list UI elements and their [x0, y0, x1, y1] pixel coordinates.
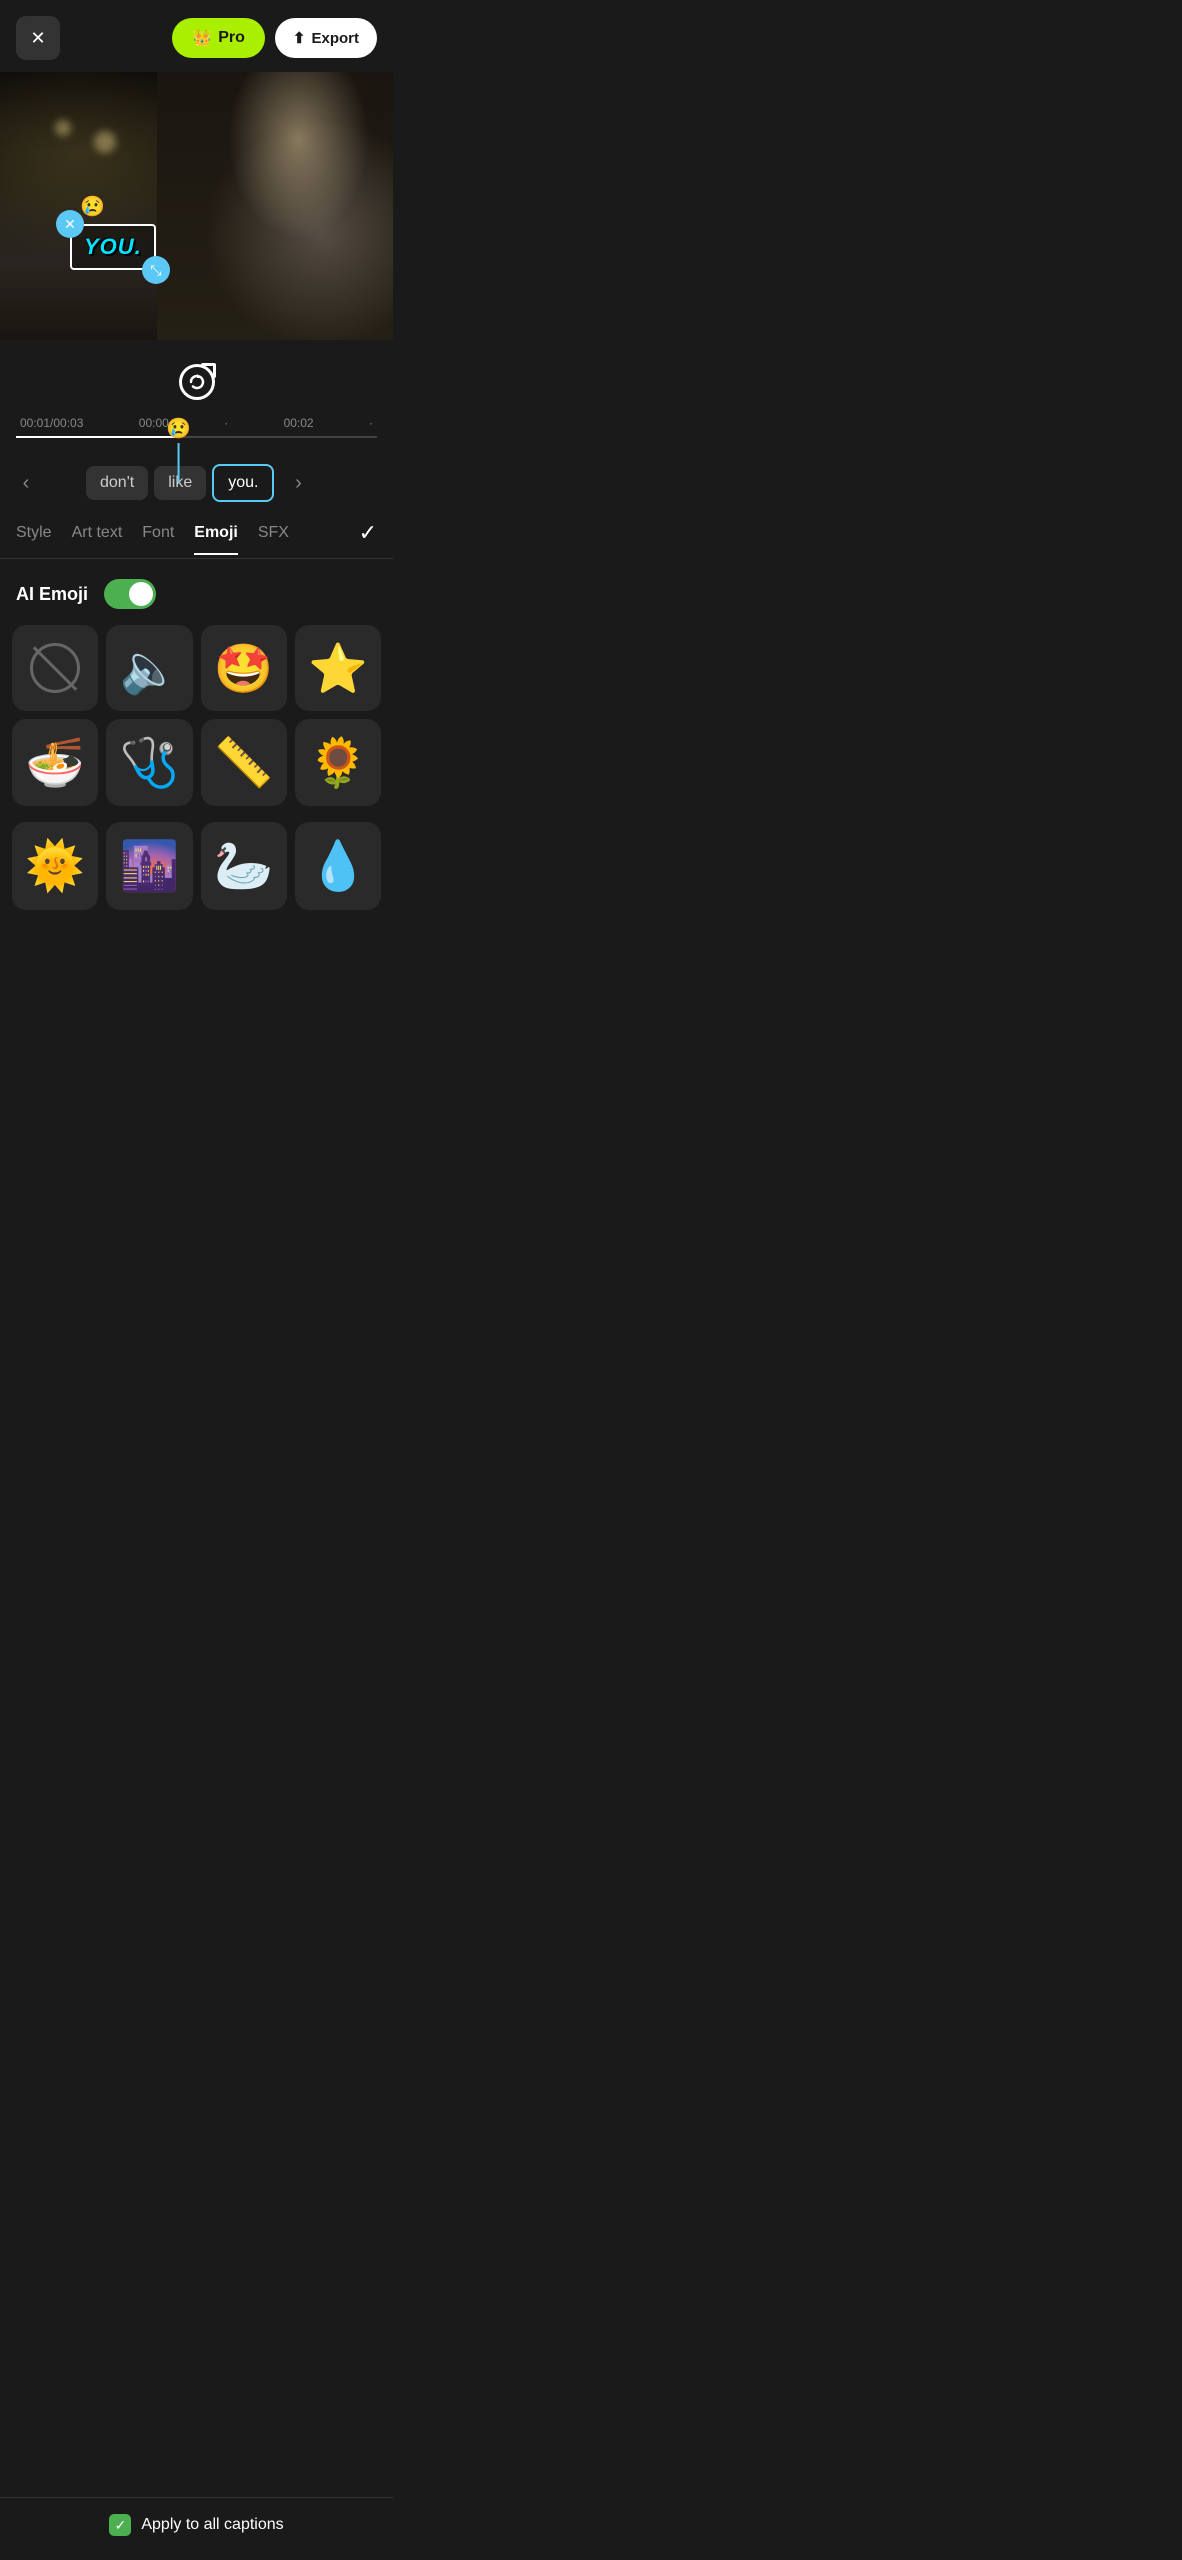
- video-scene: ✕ 😢 YOU. ⤡: [0, 72, 393, 340]
- apply-all-bar: ✓ Apply to all captions: [0, 2497, 393, 2560]
- timeline-emoji: 😢: [166, 416, 191, 441]
- ai-emoji-toggle[interactable]: [104, 579, 156, 609]
- replay-button[interactable]: [175, 360, 219, 404]
- time-mid2: 00:02: [284, 416, 314, 430]
- export-button[interactable]: ⬆ Export: [275, 18, 377, 58]
- speaker-emoji: 🔈: [119, 640, 179, 697]
- caption-words-row: ‹ I don't like you. ›: [0, 458, 393, 508]
- city-emoji: 🌆: [119, 837, 179, 894]
- ramen-emoji: 🍜: [25, 734, 85, 791]
- emoji-cell-sun-smile[interactable]: 🌞: [12, 822, 98, 910]
- caption-emoji: 😢: [80, 194, 105, 219]
- timeline-cursor-line: [177, 443, 179, 483]
- close-icon: ✕: [30, 28, 45, 49]
- toggle-thumb: [129, 582, 153, 606]
- ai-emoji-label: AI Emoji: [16, 584, 88, 605]
- video-preview: ✕ 😢 YOU. ⤡: [0, 72, 393, 340]
- sunflower-emoji: 🌻: [308, 734, 368, 791]
- tab-emoji[interactable]: Emoji: [194, 524, 238, 554]
- pro-label: Pro: [218, 29, 245, 47]
- tab-style[interactable]: Style: [16, 524, 52, 554]
- caption-word-you[interactable]: you.: [212, 464, 274, 502]
- no-emoji-icon: [30, 643, 80, 693]
- ai-emoji-row: AI Emoji: [0, 559, 393, 625]
- tab-font[interactable]: Font: [142, 524, 174, 554]
- timeline-cursor: 😢: [166, 416, 191, 483]
- crown-icon: 👑: [192, 28, 212, 48]
- emoji-cell-ramen[interactable]: 🍜: [12, 719, 98, 805]
- caption-overlay[interactable]: ✕ 😢 YOU. ⤡: [70, 224, 156, 270]
- timeline: 00:01/00:03 00:00 · 00:02 · 😢: [0, 416, 393, 458]
- apply-all-checkbox[interactable]: ✓: [109, 2514, 131, 2536]
- header: ✕ 👑 Pro ⬆ Export: [0, 0, 393, 72]
- emoji-cell-star[interactable]: ⭐: [295, 625, 381, 711]
- emoji-cell-starstruck[interactable]: 🤩: [201, 625, 287, 711]
- pro-button[interactable]: 👑 Pro: [172, 18, 265, 58]
- emoji-row-partial: 🌞 🌆 🦢 💧: [0, 822, 393, 990]
- caption-delete-button[interactable]: ✕: [56, 210, 84, 238]
- emoji-cell-swan[interactable]: 🦢: [201, 822, 287, 910]
- starstruck-emoji: 🤩: [214, 640, 274, 697]
- emoji-grid: 🔈 🤩 ⭐ 🍜 🩺 📏 🌻: [0, 625, 393, 822]
- emoji-cell-droplets[interactable]: 💧: [295, 822, 381, 910]
- tab-confirm-button[interactable]: ✓: [359, 520, 377, 558]
- stethoscope-emoji: 🩺: [119, 734, 179, 791]
- next-caption-button[interactable]: ›: [280, 465, 316, 501]
- close-button[interactable]: ✕: [16, 16, 60, 60]
- replay-icon: [179, 364, 215, 400]
- time-dot2: ·: [369, 416, 373, 430]
- caption-text: YOU.: [84, 234, 142, 259]
- tab-art-text[interactable]: Art text: [72, 524, 123, 554]
- tabs-bar: Style Art text Font Emoji SFX ✓: [0, 508, 393, 559]
- ruler-emoji: 📏: [214, 734, 274, 791]
- replay-area: [0, 340, 393, 416]
- upload-icon: ⬆: [293, 29, 306, 47]
- emoji-cell-stethoscope[interactable]: 🩺: [106, 719, 192, 805]
- time-dot1: ·: [224, 416, 228, 430]
- export-label: Export: [311, 30, 359, 47]
- time-current: 00:01/00:03: [20, 416, 83, 430]
- swan-emoji: 🦢: [214, 837, 274, 894]
- apply-all-label[interactable]: Apply to all captions: [141, 2516, 283, 2534]
- star-emoji: ⭐: [308, 640, 368, 697]
- sun-smile-emoji: 🌞: [25, 837, 85, 894]
- emoji-cell-city[interactable]: 🌆: [106, 822, 192, 910]
- timeline-bar[interactable]: 😢: [16, 436, 377, 438]
- emoji-cell-speaker[interactable]: 🔈: [106, 625, 192, 711]
- caption-resize-button[interactable]: ⤡: [142, 256, 170, 284]
- timeline-progress: [16, 436, 178, 438]
- video-man: [157, 72, 393, 340]
- emoji-cell-sunflower[interactable]: 🌻: [295, 719, 381, 805]
- emoji-cell-none[interactable]: [12, 625, 98, 711]
- time-mid1: 00:00: [139, 416, 169, 430]
- droplets-emoji: 💧: [308, 837, 368, 894]
- emoji-cell-ruler[interactable]: 📏: [201, 719, 287, 805]
- header-actions: 👑 Pro ⬆ Export: [172, 18, 377, 58]
- caption-word-dont[interactable]: don't: [86, 466, 148, 500]
- prev-caption-button[interactable]: ‹: [8, 465, 44, 501]
- timeline-timestamps: 00:01/00:03 00:00 · 00:02 ·: [16, 416, 377, 430]
- tab-sfx[interactable]: SFX: [258, 524, 289, 554]
- caption-word-placeholder[interactable]: I: [50, 466, 80, 500]
